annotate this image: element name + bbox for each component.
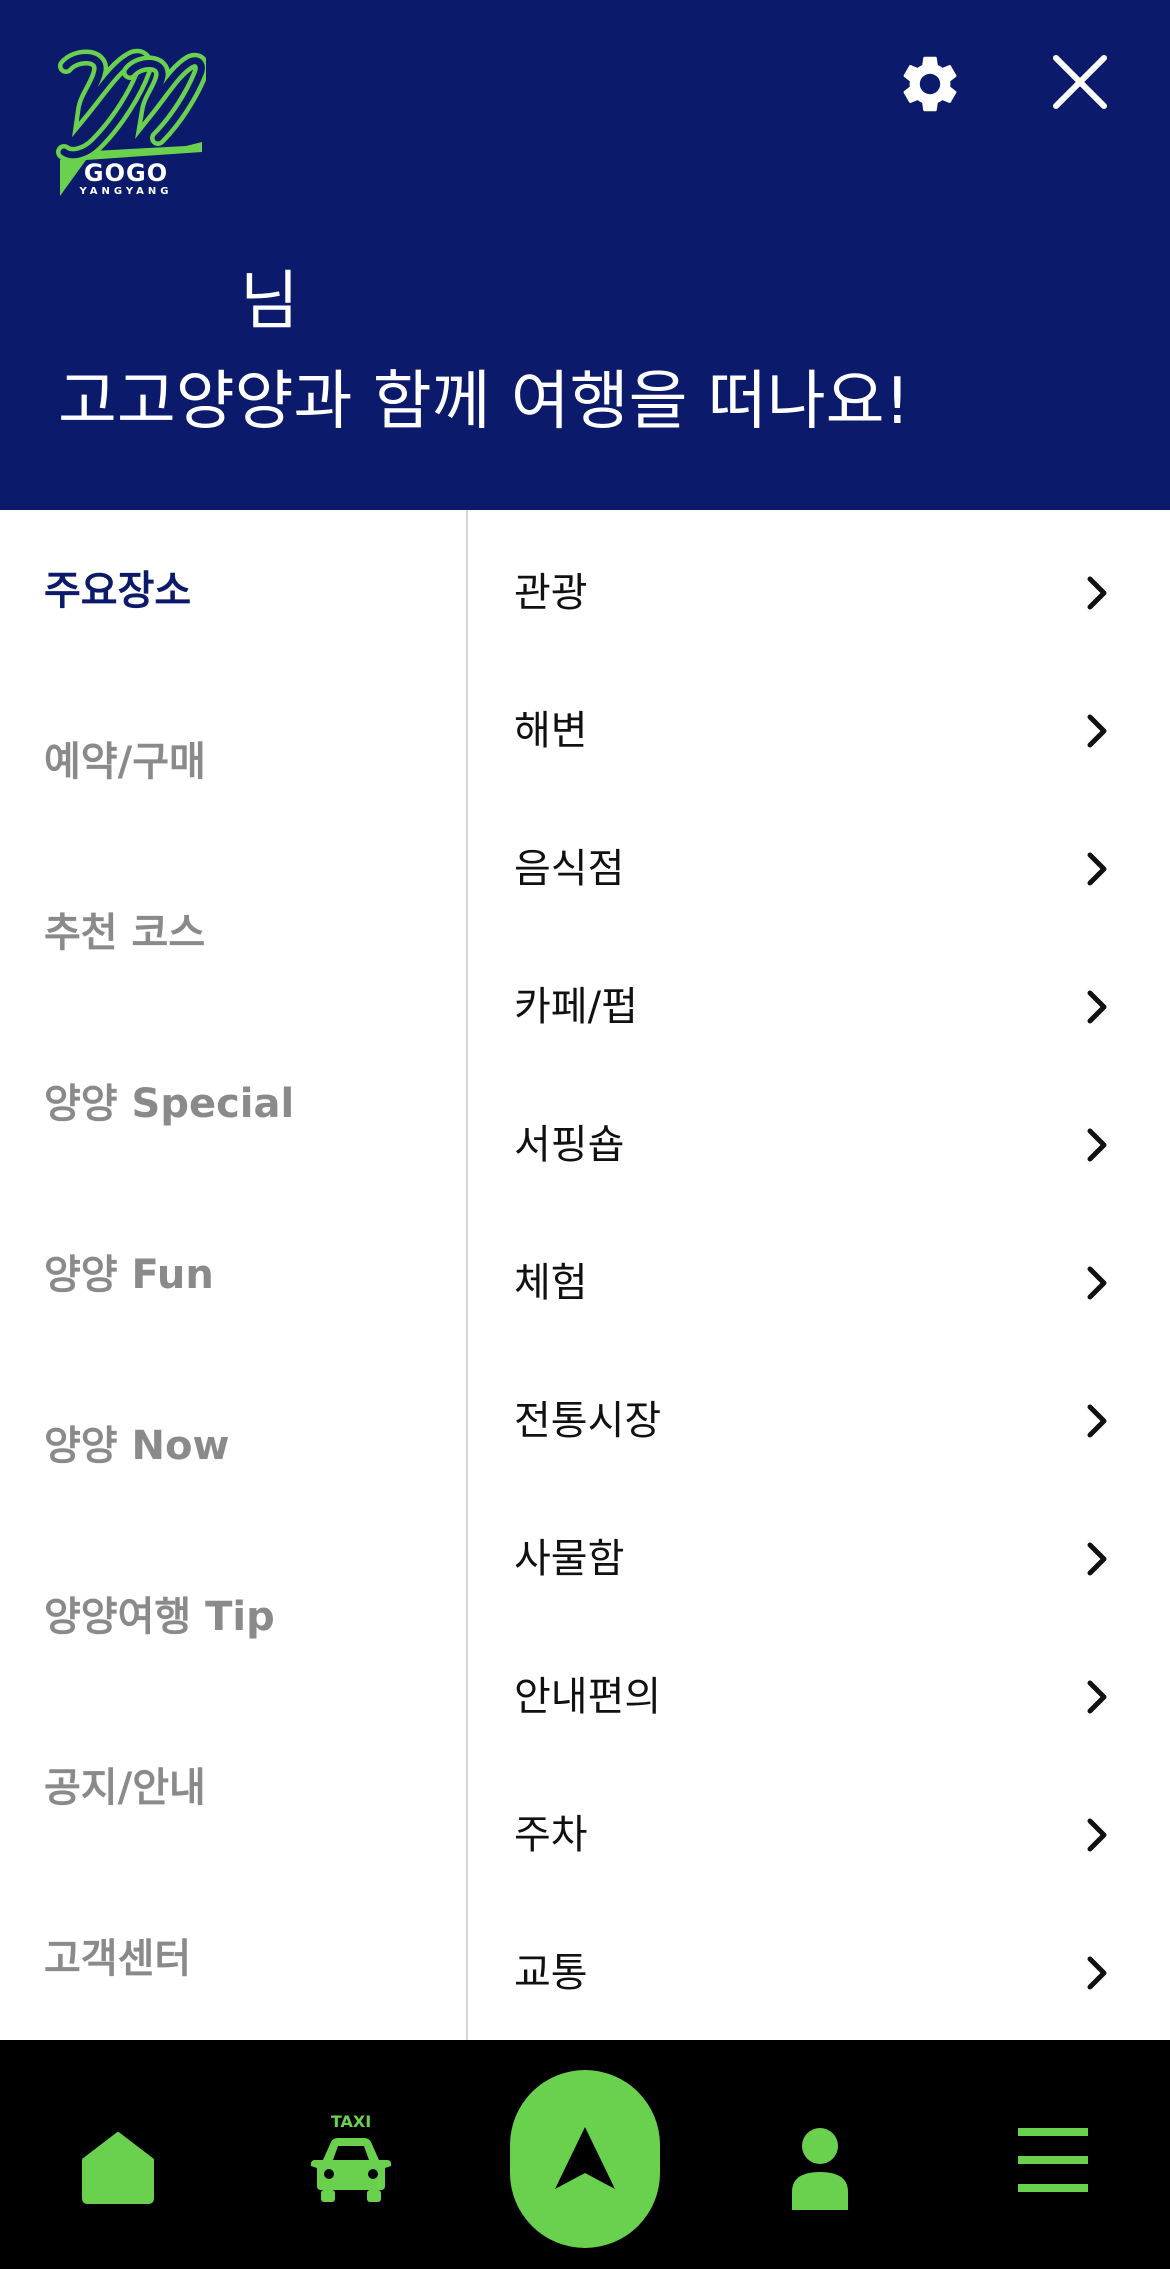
category-item-yangyang-special[interactable]: 양양 Special xyxy=(44,1064,444,1144)
subcategory-label: 교통 xyxy=(514,1950,588,1996)
subcategory-item-experience[interactable]: 체험 xyxy=(468,1214,1170,1352)
navigation-button[interactable] xyxy=(510,2070,660,2248)
subcategory-item-restaurant[interactable]: 음식점 xyxy=(468,800,1170,938)
subcategory-item-sightseeing[interactable]: 관광 xyxy=(468,524,1170,662)
subcategory-label: 사물함 xyxy=(514,1536,625,1582)
chevron-right-icon xyxy=(1087,1404,1107,1438)
menu-header: GOGO YANGYANG 님 고고양양과 함께 여행을 떠나요! xyxy=(0,0,1170,510)
chevron-right-icon xyxy=(1087,714,1107,748)
greeting-text: 고고양양과 함께 여행을 떠나요! xyxy=(58,365,911,439)
subcategory-item-locker[interactable]: 사물함 xyxy=(468,1490,1170,1628)
chevron-right-icon xyxy=(1087,852,1107,886)
category-item-main-places[interactable]: 주요장소 xyxy=(44,551,444,631)
chevron-right-icon xyxy=(1087,1266,1107,1300)
chevron-right-icon xyxy=(1087,576,1107,610)
chevron-right-icon xyxy=(1087,1542,1107,1576)
category-item-notice[interactable]: 공지/안내 xyxy=(44,1748,444,1828)
subcategory-label: 주차 xyxy=(514,1812,588,1858)
home-icon[interactable] xyxy=(78,2126,158,2206)
subcategory-item-parking[interactable]: 주차 xyxy=(468,1766,1170,1904)
subcategory-label: 카페/펍 xyxy=(514,984,638,1030)
logo-sub-text: YANGYANG xyxy=(79,186,173,197)
category-item-travel-tip[interactable]: 양양여행 Tip xyxy=(44,1577,444,1657)
chevron-right-icon xyxy=(1087,990,1107,1024)
chevron-right-icon xyxy=(1087,1128,1107,1162)
taxi-label: TAXI xyxy=(330,2112,372,2131)
navigation-arrow-icon xyxy=(555,2127,615,2189)
logo-wordmark: GOGO YANGYANG xyxy=(56,160,196,198)
menu-icon[interactable] xyxy=(1018,2128,1088,2192)
gear-icon[interactable] xyxy=(896,50,964,118)
chevron-right-icon xyxy=(1087,1680,1107,1714)
subcategory-item-beach[interactable]: 해변 xyxy=(468,662,1170,800)
subcategory-item-transportation[interactable]: 교통 xyxy=(468,1904,1170,2042)
profile-icon[interactable] xyxy=(790,2126,850,2210)
subcategory-label: 관광 xyxy=(514,570,588,616)
chevron-right-icon xyxy=(1087,1956,1107,1990)
subcategory-item-cafe-pub[interactable]: 카페/펍 xyxy=(468,938,1170,1076)
close-icon[interactable] xyxy=(1048,50,1112,114)
subcategory-item-traditional-market[interactable]: 전통시장 xyxy=(468,1352,1170,1490)
bottom-navigation-bar: TAXI xyxy=(0,2040,1170,2269)
logo-main-text: GOGO xyxy=(83,159,169,187)
chevron-right-icon xyxy=(1087,1818,1107,1852)
subcategory-item-surf-shop[interactable]: 서핑숍 xyxy=(468,1076,1170,1214)
category-item-yangyang-now[interactable]: 양양 Now xyxy=(44,1406,444,1486)
subcategory-label: 해변 xyxy=(514,708,588,754)
subcategory-label: 안내편의 xyxy=(514,1674,662,1720)
subcategory-label: 전통시장 xyxy=(514,1398,662,1444)
taxi-button[interactable]: TAXI xyxy=(303,2112,399,2212)
category-item-yangyang-fun[interactable]: 양양 Fun xyxy=(44,1235,444,1315)
subcategory-label: 서핑숍 xyxy=(514,1122,625,1168)
category-item-customer-center[interactable]: 고객센터 xyxy=(44,1919,444,1999)
subcategory-label: 음식점 xyxy=(514,846,625,892)
category-item-reservation[interactable]: 예약/구매 xyxy=(44,722,444,802)
subcategory-label: 체험 xyxy=(514,1260,588,1306)
category-item-recommended-course[interactable]: 추천 코스 xyxy=(44,893,444,973)
user-name-suffix: 님 xyxy=(240,265,299,339)
subcategory-item-information[interactable]: 안내편의 xyxy=(468,1628,1170,1766)
